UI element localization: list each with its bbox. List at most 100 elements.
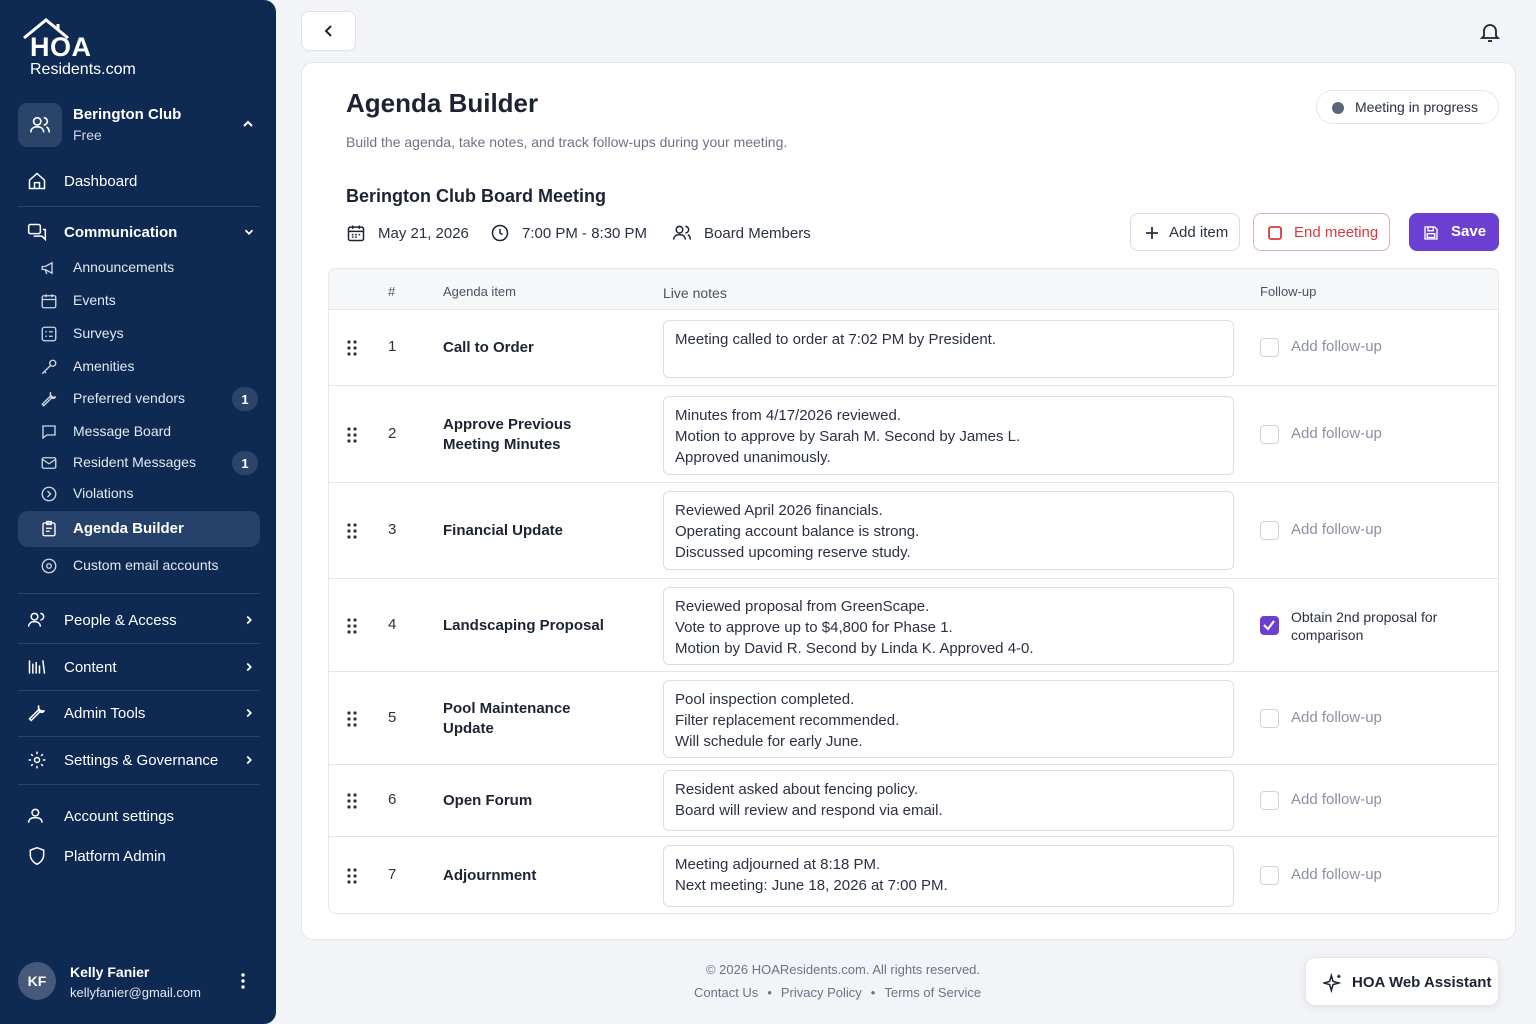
followup-text[interactable]: Add follow-up	[1291, 709, 1382, 726]
sidebar-item-preferred-vendors[interactable]: Preferred vendors 1	[18, 383, 260, 415]
sparkle-icon	[1323, 973, 1342, 993]
sidebar-item-surveys[interactable]: Surveys	[18, 318, 260, 350]
followup-checkbox[interactable]	[1260, 615, 1279, 635]
save-button[interactable]: Save	[1409, 213, 1499, 251]
live-notes-field[interactable]: Resident asked about fencing policy. Boar…	[663, 770, 1234, 831]
agenda-item-title[interactable]: Adjournment	[443, 866, 623, 886]
agenda-item-title[interactable]: Open Forum	[443, 791, 623, 811]
sidebar-item-label: Amenities	[73, 358, 135, 374]
divider	[18, 690, 260, 691]
sidebar-item-resident-messages[interactable]: Resident Messages 1	[18, 447, 260, 479]
col-notes: Live notes	[663, 285, 727, 301]
library-icon	[28, 660, 46, 674]
nav-content[interactable]: Content	[18, 649, 260, 685]
followup-text[interactable]: Add follow-up	[1291, 791, 1382, 808]
wrench-icon	[28, 705, 46, 722]
note-line: Vote to approve up to $4,800 for Phase 1…	[675, 619, 953, 636]
sidebar-item-label: Custom email accounts	[73, 557, 219, 573]
sidebar-item-message-board[interactable]: Message Board	[18, 416, 260, 448]
live-notes-field[interactable]: Reviewed proposal from GreenScape. Vote t…	[663, 587, 1234, 665]
at-icon	[41, 558, 57, 574]
table-row: 5 Pool Maintenance Update Pool inspectio…	[329, 672, 1498, 765]
assistant-button[interactable]: HOA Web Assistant	[1305, 957, 1499, 1006]
agenda-item-title[interactable]: Call to Order	[443, 338, 623, 358]
end-meeting-button[interactable]: End meeting	[1253, 213, 1390, 251]
status-dot	[1332, 102, 1344, 114]
sidebar-item-label: Violations	[73, 485, 134, 501]
sidebar-item-violations[interactable]: Violations	[18, 478, 260, 510]
table-row: 6 Open Forum Resident asked about fencin…	[329, 765, 1498, 837]
nav-settings-governance[interactable]: Settings & Governance	[18, 742, 260, 778]
followup-checkbox[interactable]	[1260, 866, 1279, 885]
agenda-item-title[interactable]: Pool Maintenance Update	[443, 699, 623, 739]
separator: •	[767, 985, 772, 1000]
club-switcher[interactable]: Berington Club Free	[18, 103, 260, 147]
shield-icon	[29, 846, 45, 866]
followup-text[interactable]: Add follow-up	[1291, 866, 1382, 883]
drag-handle-icon[interactable]	[347, 340, 357, 356]
sidebar: HOA Residents.com Berington Club Free Da…	[0, 0, 276, 1024]
divider	[18, 736, 260, 737]
nav-communication[interactable]: Communication	[18, 214, 260, 250]
sidebar-item-amenities[interactable]: Amenities	[18, 351, 260, 383]
terms-link[interactable]: Terms of Service	[884, 985, 981, 1000]
chat-bubbles-icon	[27, 223, 47, 242]
sidebar-item-events[interactable]: Events	[18, 285, 260, 317]
agenda-item-title[interactable]: Approve Previous Meeting Minutes	[443, 415, 623, 455]
add-item-button[interactable]: Add item	[1130, 213, 1240, 251]
drag-handle-icon[interactable]	[347, 710, 357, 727]
meeting-title: Berington Club Board Meeting	[346, 186, 606, 206]
sidebar-item-custom-email[interactable]: Custom email accounts	[18, 550, 260, 582]
live-notes-field[interactable]: Pool inspection completed. Filter replace…	[663, 680, 1234, 758]
nav-platform-admin[interactable]: Platform Admin	[18, 838, 260, 874]
followup-checkbox[interactable]	[1260, 521, 1279, 540]
contact-link[interactable]: Contact Us	[694, 985, 758, 1000]
note-line: Reviewed proposal from GreenScape.	[675, 598, 930, 615]
megaphone-icon	[41, 261, 53, 275]
home-icon	[28, 172, 46, 190]
agenda-item-title[interactable]: Financial Update	[443, 521, 623, 541]
nav-people-access[interactable]: People & Access	[18, 602, 260, 638]
followup-text[interactable]: Add follow-up	[1291, 338, 1382, 355]
followup-checkbox[interactable]	[1260, 708, 1279, 728]
followup-checkbox[interactable]	[1260, 424, 1279, 444]
nav-admin-tools[interactable]: Admin Tools	[18, 695, 260, 731]
table-row: 1 Call to Order Meeting called to order …	[329, 310, 1498, 386]
drag-handle-icon[interactable]	[347, 426, 357, 443]
clock-icon	[491, 224, 509, 242]
back-button[interactable]	[301, 11, 356, 51]
followup-text[interactable]: Add follow-up	[1291, 521, 1382, 538]
drag-handle-icon[interactable]	[347, 868, 357, 884]
live-notes-field[interactable]: Meeting called to order at 7:02 PM by Pr…	[663, 320, 1234, 378]
note-line: Discussed upcoming reserve study.	[675, 544, 911, 561]
note-line: Meeting called to order at 7:02 PM by Pr…	[675, 331, 997, 348]
status-label: Meeting in progress	[1355, 99, 1478, 115]
agenda-item-title[interactable]: Landscaping Proposal	[443, 616, 623, 636]
save-icon	[1424, 226, 1438, 240]
followup-checkbox[interactable]	[1260, 338, 1279, 357]
bell-icon[interactable]	[1478, 20, 1502, 44]
nav-dashboard[interactable]: Dashboard	[18, 163, 260, 199]
sidebar-item-agenda-builder[interactable]: Agenda Builder	[18, 511, 260, 547]
live-notes-field[interactable]: Meeting adjourned at 8:18 PM. Next meetin…	[663, 845, 1234, 907]
live-notes-field[interactable]: Reviewed April 2026 financials. Operating…	[663, 491, 1234, 570]
logo[interactable]: HOA Residents.com	[22, 16, 136, 78]
followup-checkbox[interactable]	[1260, 791, 1279, 810]
note-line: Next meeting: June 18, 2026 at 7:00 PM.	[675, 877, 948, 894]
drag-handle-icon[interactable]	[347, 617, 357, 634]
live-notes-field[interactable]: Minutes from 4/17/2026 reviewed. Motion t…	[663, 396, 1234, 475]
sidebar-item-label: Events	[73, 292, 116, 308]
col-item: Agenda item	[443, 284, 516, 299]
logo-text: HOA	[30, 32, 92, 62]
note-line: Motion by David R. Second by Linda K. Ap…	[675, 640, 1034, 657]
drag-handle-icon[interactable]	[347, 793, 357, 809]
nav-account-settings[interactable]: Account settings	[18, 798, 260, 834]
drag-handle-icon[interactable]	[347, 523, 357, 539]
followup-text[interactable]: Add follow-up	[1291, 425, 1382, 442]
tool-icon	[41, 392, 57, 407]
privacy-link[interactable]: Privacy Policy	[781, 985, 862, 1000]
followup-text[interactable]: Obtain 2nd proposal for comparison	[1291, 608, 1471, 644]
note-line: Approved unanimously.	[675, 449, 831, 466]
col-num: #	[388, 284, 396, 299]
sidebar-item-announcements[interactable]: Announcements	[18, 252, 260, 284]
